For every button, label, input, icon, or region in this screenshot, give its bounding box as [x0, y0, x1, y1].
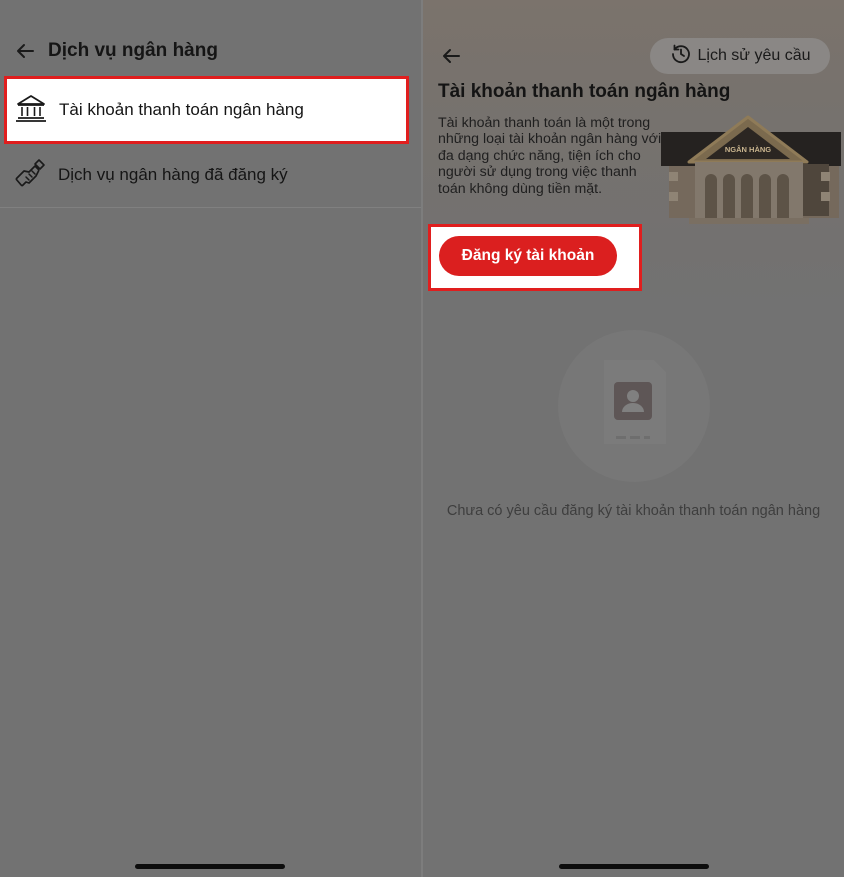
back-arrow-icon[interactable]	[440, 45, 462, 67]
home-indicator	[135, 864, 285, 869]
bank-building-illustration: NGÂN HÀNG	[661, 112, 841, 224]
register-account-button[interactable]: Đăng ký tài khoản	[439, 236, 617, 276]
bank-services-screen: Dịch vụ ngân hàng Tài khoản thanh toán n…	[0, 0, 421, 877]
handshake-icon	[14, 157, 46, 194]
bank-sign-text: NGÂN HÀNG	[725, 145, 771, 154]
payment-account-screen: Lịch sử yêu cầu Tài khoản thanh toán ngâ…	[423, 0, 844, 877]
menu-item-label: Tài khoản thanh toán ngân hàng	[59, 100, 304, 119]
bank-icon	[15, 94, 47, 127]
empty-state-message: Chưa có yêu cầu đăng ký tài khoản thanh …	[446, 503, 821, 519]
header: Dịch vụ ngân hàng	[14, 38, 218, 64]
page-title: Dịch vụ ngân hàng	[48, 40, 218, 61]
screen: Dịch vụ ngân hàng Tài khoản thanh toán n…	[0, 0, 844, 877]
menu-item-label: Dịch vụ ngân hàng đã đăng ký	[58, 165, 288, 184]
register-highlight: Đăng ký tài khoản	[428, 224, 642, 291]
back-arrow-icon[interactable]	[14, 40, 36, 62]
empty-state-illustration	[558, 330, 710, 482]
request-history-label: Lịch sử yêu cầu	[697, 47, 811, 64]
request-history-button[interactable]: Lịch sử yêu cầu	[650, 38, 830, 74]
menu-item-payment-account[interactable]: Tài khoản thanh toán ngân hàng	[4, 76, 409, 144]
history-clock-icon	[670, 43, 692, 70]
menu-item-registered-services[interactable]: Dịch vụ ngân hàng đã đăng ký	[0, 150, 421, 200]
divider-line	[0, 207, 421, 208]
home-indicator	[559, 864, 709, 869]
section-description: Tài khoản thanh toán là một trong những …	[438, 115, 662, 197]
section-title: Tài khoản thanh toán ngân hàng	[438, 81, 731, 102]
